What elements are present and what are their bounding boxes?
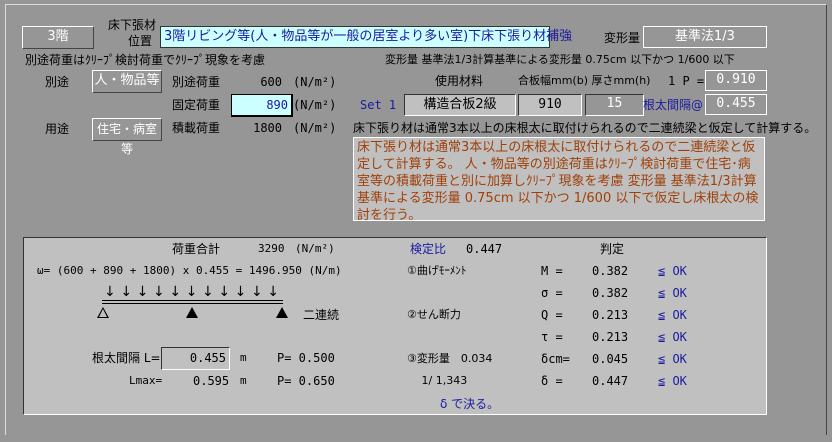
betto-button[interactable]: 人・物品等 bbox=[92, 70, 162, 93]
deflection-label: 変形量 bbox=[604, 31, 641, 45]
L-input[interactable]: 0.455 bbox=[161, 347, 230, 370]
floor-button[interactable]: 3階 bbox=[22, 26, 94, 49]
beam-type: 二連続 bbox=[303, 308, 340, 322]
ratio-value: 0.447 bbox=[466, 242, 503, 256]
check-symbol: τ = bbox=[541, 330, 563, 344]
check-symbol: δ = bbox=[541, 374, 563, 388]
support-icon bbox=[186, 307, 198, 318]
omega-formula: ω= (600 + 890 + 1800) x 0.455 = 1496.950… bbox=[37, 264, 342, 277]
P1: P= 0.500 bbox=[277, 351, 335, 365]
check-symbol: δcm= bbox=[541, 352, 570, 366]
check-item: 1/ 1,343 bbox=[407, 374, 468, 387]
check-value: 0.045 bbox=[592, 352, 629, 366]
youto-label: 用途 bbox=[45, 122, 70, 136]
check-item: ③変形量 0.034 bbox=[407, 352, 493, 365]
description-box[interactable]: 床下張り材は通常3本以上の床根太に取付けられるので二連続梁と仮定して計算する。 … bbox=[353, 137, 765, 221]
assumption-text: 床下張り材は通常3本以上の床根太に取付けられるので二連続梁と仮定して計算する。 bbox=[353, 121, 817, 135]
governing-note: δ で決る。 bbox=[440, 397, 500, 411]
check-result: ≦ OK bbox=[658, 264, 687, 278]
Lmax-label: Lmax= bbox=[129, 374, 163, 387]
dims-header: 合板幅mm(b) 厚さmm(h) bbox=[518, 74, 651, 87]
load-unit: (N/m²) bbox=[293, 75, 337, 89]
check-result: ≦ OK bbox=[658, 352, 687, 366]
Lmax-value: 0.595 bbox=[193, 374, 230, 388]
material-select[interactable]: 構造合板2級 bbox=[404, 94, 516, 116]
load-label: 固定荷重 bbox=[172, 98, 221, 112]
width-field[interactable]: 910 bbox=[518, 94, 582, 116]
deflection-note: 変形量 基準法1/3計算基準による変形量 0.75cm 以下かつ 1/600 以… bbox=[385, 53, 735, 66]
load-label: 積載荷重 bbox=[172, 121, 221, 135]
load-label: 別途荷重 bbox=[172, 75, 221, 89]
load-value: 600 bbox=[260, 75, 282, 89]
total-value: 3290 bbox=[258, 242, 285, 255]
check-result: ≦ OK bbox=[658, 308, 687, 322]
location-label-2: 位置 bbox=[128, 34, 153, 48]
check-value: 0.213 bbox=[592, 308, 629, 322]
load-value: 1800 bbox=[253, 121, 282, 135]
load-unit: (N/m²) bbox=[293, 98, 337, 112]
thickness-field[interactable]: 15 bbox=[585, 94, 644, 116]
deflection-standard-box[interactable]: 基準法1/3 bbox=[643, 26, 767, 48]
location-label: 床下張材 bbox=[108, 18, 157, 32]
check-symbol: σ = bbox=[541, 286, 563, 300]
check-symbol: Q = bbox=[541, 308, 563, 322]
check-item: ①曲げﾓｰﾒﾝﾄ bbox=[407, 264, 467, 277]
check-value: 0.447 bbox=[592, 374, 629, 388]
fixed-load-input[interactable]: 890 bbox=[231, 94, 293, 117]
check-value: 0.382 bbox=[592, 264, 629, 278]
material-header: 使用材料 bbox=[435, 74, 484, 88]
check-result: ≦ OK bbox=[658, 330, 687, 344]
creep-note: 別途荷重はｸﾘｰﾌﾟ検討荷重でｸﾘｰﾌﾟ現象を考慮 bbox=[25, 53, 266, 67]
L-label: 根太間隔 L= bbox=[92, 351, 161, 365]
check-item: ②せん断力 bbox=[407, 308, 461, 321]
check-value: 0.213 bbox=[592, 330, 629, 344]
spacing-value: 0.455 bbox=[705, 94, 767, 115]
spacing-label: 根太間隔@ bbox=[643, 98, 704, 112]
check-result: ≦ OK bbox=[658, 286, 687, 300]
P2: P= 0.650 bbox=[277, 374, 335, 388]
beam-line bbox=[102, 300, 283, 304]
p-label: 1 P = bbox=[668, 74, 705, 88]
total-label: 荷重合計 bbox=[172, 242, 221, 256]
youto-button[interactable]: 住宅・病室等 bbox=[92, 118, 162, 156]
check-result: ≦ OK bbox=[658, 374, 687, 388]
betto-label: 別途 bbox=[45, 75, 70, 89]
load-arrows-icon: ↓↓↓↓↓↓↓↓↓↓↓ bbox=[104, 284, 284, 300]
judge-label: 判定 bbox=[600, 242, 625, 256]
location-field[interactable]: 3階リビング等(人・物品等が一般の居室より多い室)下床下張り材補強 bbox=[160, 26, 572, 48]
check-value: 0.382 bbox=[592, 286, 629, 300]
Lmax-unit: m bbox=[240, 374, 247, 387]
pin-support-icon bbox=[97, 307, 109, 318]
load-unit: (N/m²) bbox=[293, 121, 337, 135]
check-symbol: M = bbox=[541, 264, 563, 278]
ratio-label: 検定比 bbox=[410, 242, 447, 256]
total-unit: (N/m²) bbox=[295, 242, 335, 255]
support-icon bbox=[276, 307, 288, 318]
p-value: 0.910 bbox=[705, 70, 767, 91]
L-unit: m bbox=[240, 351, 247, 364]
set-label: Set 1 bbox=[360, 98, 397, 112]
